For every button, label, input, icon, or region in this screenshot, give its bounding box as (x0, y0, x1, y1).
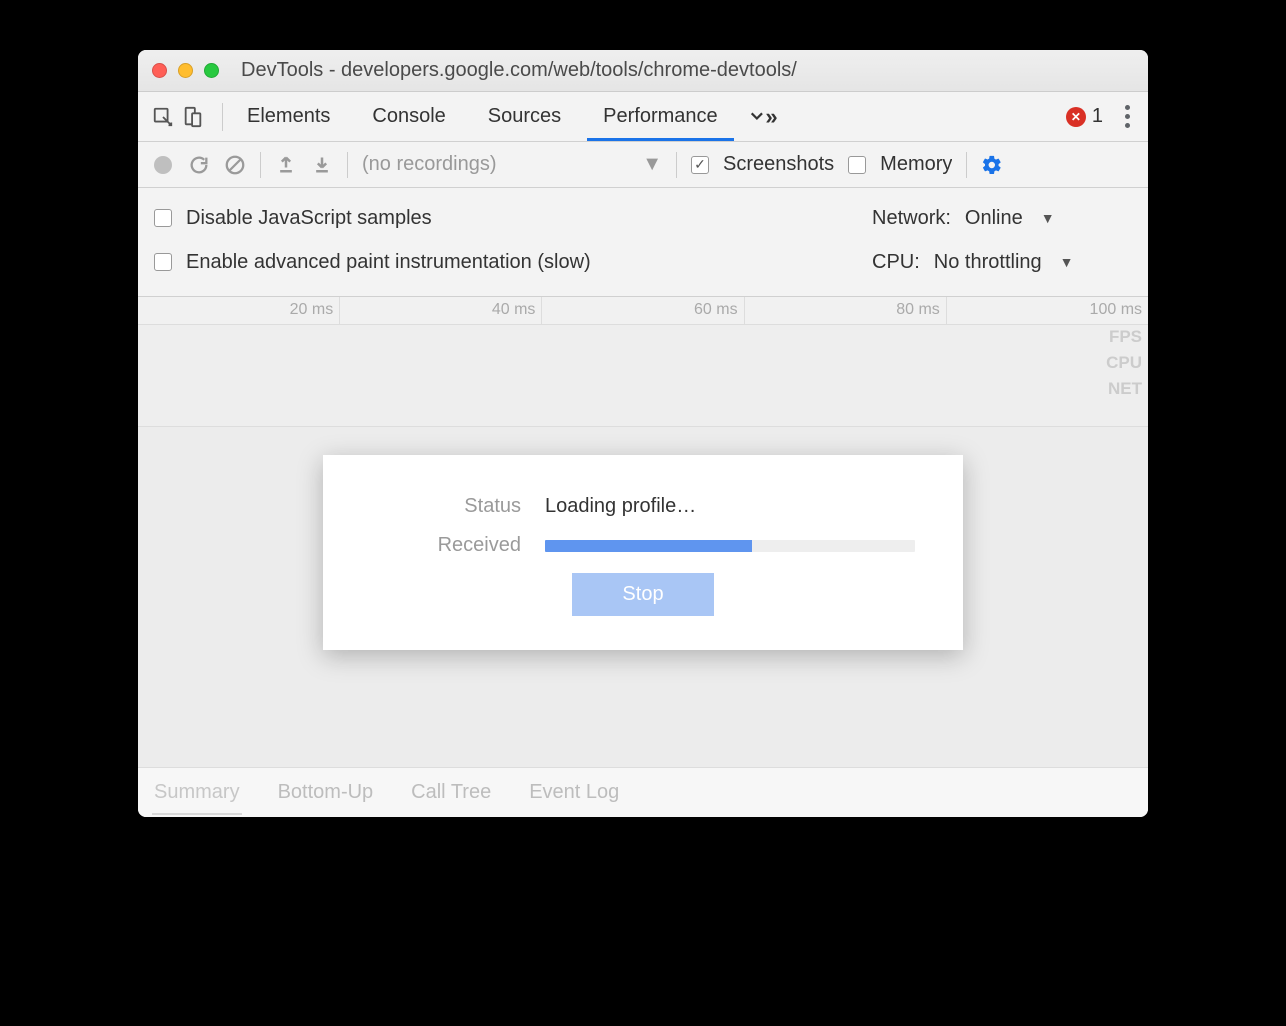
network-value: Online (965, 207, 1023, 230)
tick: 100 ms (947, 297, 1148, 324)
minimize-window-button[interactable] (178, 63, 193, 78)
tab-sources[interactable]: Sources (484, 93, 565, 140)
status-value: Loading profile… (545, 495, 696, 518)
chevron-down-icon: ▼ (642, 153, 662, 176)
network-label: Network: (872, 207, 951, 230)
tick: 60 ms (542, 297, 744, 324)
cpu-label: CPU: (872, 251, 920, 274)
tab-elements[interactable]: Elements (243, 93, 334, 140)
flamechart-area: Status Loading profile… Received Stop (138, 427, 1148, 767)
recordings-label: (no recordings) (362, 153, 497, 176)
tab-call-tree[interactable]: Call Tree (409, 771, 493, 814)
stop-button[interactable]: Stop (572, 573, 713, 616)
screenshots-label: Screenshots (723, 153, 834, 176)
progress-fill (545, 540, 752, 552)
inspect-element-icon[interactable] (148, 102, 178, 132)
capture-settings-icon[interactable] (981, 154, 1003, 176)
lane-net: NET (1106, 379, 1142, 399)
tick: 80 ms (745, 297, 947, 324)
memory-checkbox[interactable] (848, 156, 866, 174)
status-label: Status (371, 495, 521, 518)
error-icon: ✕ (1066, 107, 1086, 127)
panel-tabbar: Elements Console Sources Performance » ✕… (138, 92, 1148, 142)
tab-performance[interactable]: Performance (599, 93, 722, 140)
tick: 20 ms (138, 297, 340, 324)
recordings-selector[interactable]: (no recordings) ▼ (362, 153, 662, 176)
disable-js-label: Disable JavaScript samples (186, 207, 432, 230)
titlebar: DevTools - developers.google.com/web/too… (138, 50, 1148, 92)
main-menu-icon[interactable] (1117, 105, 1138, 128)
chevron-down-icon: ▼ (1060, 254, 1074, 270)
perf-toolbar: (no recordings) ▼ Screenshots Memory (138, 142, 1148, 188)
cpu-throttle-select[interactable]: No throttling ▼ (934, 251, 1074, 274)
enable-paint-label: Enable advanced paint instrumentation (s… (186, 251, 591, 274)
tab-bottom-up[interactable]: Bottom-Up (276, 771, 376, 814)
save-profile-button[interactable] (311, 154, 333, 176)
devtools-window: DevTools - developers.google.com/web/too… (138, 50, 1148, 817)
lane-cpu: CPU (1106, 353, 1142, 373)
window-title: DevTools - developers.google.com/web/too… (241, 59, 797, 82)
chevron-down-icon: ▼ (1041, 210, 1055, 226)
lane-fps: FPS (1106, 327, 1142, 347)
progress-bar (545, 540, 915, 552)
tick: 40 ms (340, 297, 542, 324)
more-tabs-icon[interactable]: » (748, 102, 778, 132)
tab-event-log[interactable]: Event Log (527, 771, 621, 814)
loading-dialog: Status Loading profile… Received Stop (323, 455, 963, 650)
timeline-ruler: 20 ms 40 ms 60 ms 80 ms 100 ms (138, 297, 1148, 325)
memory-label: Memory (880, 153, 952, 176)
traffic-lights (152, 63, 219, 78)
close-window-button[interactable] (152, 63, 167, 78)
device-toolbar-icon[interactable] (178, 102, 208, 132)
load-profile-button[interactable] (275, 154, 297, 176)
details-tabbar: Summary Bottom-Up Call Tree Event Log (138, 767, 1148, 817)
clear-button[interactable] (224, 154, 246, 176)
error-count: 1 (1092, 105, 1103, 128)
zoom-window-button[interactable] (204, 63, 219, 78)
error-counter[interactable]: ✕ 1 (1066, 105, 1103, 128)
disable-js-checkbox[interactable] (154, 209, 172, 227)
screenshots-checkbox[interactable] (691, 156, 709, 174)
record-button[interactable] (152, 154, 174, 176)
cpu-value: No throttling (934, 251, 1042, 274)
network-throttle-select[interactable]: Online ▼ (965, 207, 1055, 230)
received-label: Received (371, 534, 521, 557)
reload-record-button[interactable] (188, 154, 210, 176)
timeline-overview[interactable]: 20 ms 40 ms 60 ms 80 ms 100 ms FPS CPU N… (138, 297, 1148, 427)
timeline-lane-labels: FPS CPU NET (1106, 327, 1142, 399)
enable-paint-checkbox[interactable] (154, 253, 172, 271)
capture-settings-panel: Disable JavaScript samples Network: Onli… (138, 188, 1148, 297)
tab-console[interactable]: Console (368, 93, 449, 140)
tab-summary[interactable]: Summary (152, 771, 242, 814)
